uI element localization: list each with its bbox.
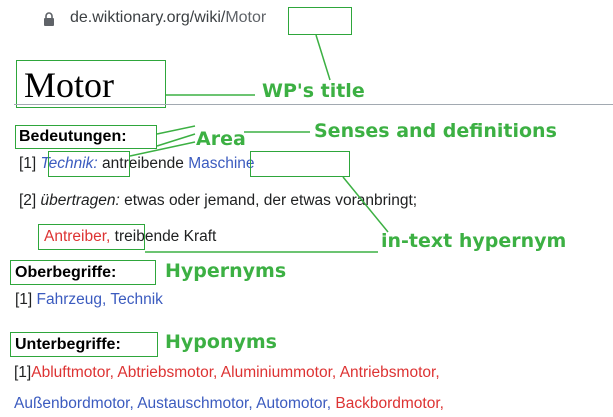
url-to-title-label-line — [315, 34, 331, 81]
annotation-senses: Senses and definitions — [314, 120, 557, 142]
area-pointer-line-2 — [156, 133, 196, 147]
annotation-hyponyms: Hyponyms — [165, 331, 277, 353]
area-pointer-line — [156, 125, 196, 135]
annotation-in-text-hypernym: in-text hypernym — [381, 230, 567, 252]
annotation-connectors — [129, 34, 389, 253]
annotation-area: Area — [196, 128, 246, 150]
maschine-pointer-line — [342, 176, 389, 233]
annotation-hypernyms: Hypernyms — [165, 260, 287, 282]
annotation-title: WP's title — [262, 80, 365, 102]
